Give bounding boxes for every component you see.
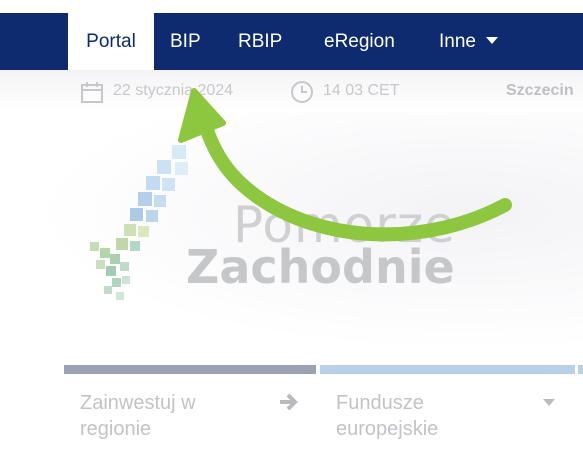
current-date: 22 stycznia 2024 [113,82,234,99]
card-funds-link[interactable]: Fundusze europejskie [336,390,438,442]
card-invest-label-line1: Zainwestuj w [80,392,196,414]
card-next-bar [578,365,583,374]
region-logo-mark [90,145,188,300]
clock-icon [291,81,313,103]
card-funds-bar [320,365,575,374]
current-time: 14 03 CET [323,82,400,99]
calendar-icon [81,82,103,103]
tab-bip[interactable]: BIP [170,13,201,70]
tab-rbip[interactable]: RBIP [238,13,282,70]
card-invest-bar [64,365,316,374]
caret-down-icon[interactable] [542,398,556,408]
card-funds-label-line1: Fundusze [336,392,424,414]
city-name[interactable]: Szczecin [506,82,574,100]
card-invest-label-line2: regionie [80,418,152,440]
card-invest-link[interactable]: Zainwestuj w regionie [80,390,196,442]
card-funds-label-line2: europejskie [336,418,439,440]
logo-text-zachodnie: Zachodnie [186,240,455,294]
tab-eregion[interactable]: eRegion [324,13,395,70]
tab-inne[interactable]: Inne [439,13,498,70]
tab-portal[interactable]: Portal [68,13,154,70]
tab-inne-label: Inne [439,31,476,52]
caret-down-icon [485,37,498,44]
arrow-right-icon [280,393,298,411]
